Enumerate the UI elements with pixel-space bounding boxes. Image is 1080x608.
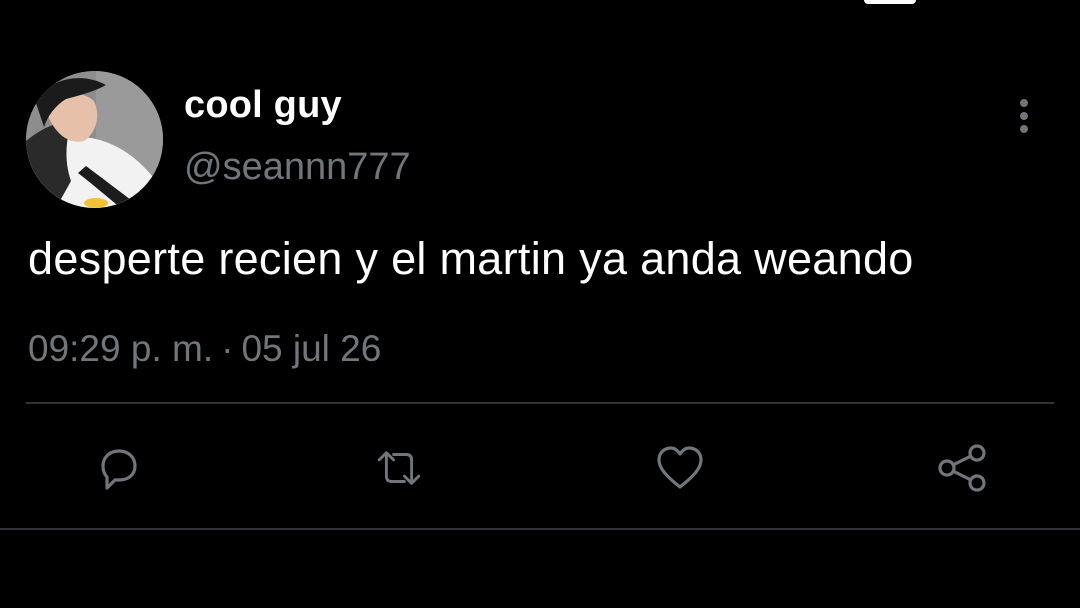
share-icon xyxy=(938,444,986,492)
retweet-button[interactable] xyxy=(372,441,426,495)
share-button[interactable] xyxy=(935,441,989,495)
tweet-date: 05 jul 26 xyxy=(241,328,382,369)
tweet-time: 09:29 p. m. xyxy=(28,328,214,369)
status-bar-indicator xyxy=(864,0,916,4)
divider xyxy=(0,528,1080,530)
tweet-timestamp: 09:29 p. m. · 05 jul 26 xyxy=(28,328,381,370)
reply-button[interactable] xyxy=(91,441,145,495)
author-handle[interactable]: @seannn777 xyxy=(184,146,411,189)
heart-icon xyxy=(657,446,703,489)
vertical-dots-icon xyxy=(1020,99,1028,133)
avatar-image xyxy=(26,71,163,208)
retweet-icon xyxy=(377,451,421,485)
meta-separator: · xyxy=(221,328,234,369)
author-display-name[interactable]: cool guy xyxy=(184,84,342,127)
tweet-text: desperte recien y el martin ya anda wean… xyxy=(28,233,914,284)
like-button[interactable] xyxy=(653,441,707,495)
comment-icon xyxy=(101,449,137,490)
avatar[interactable] xyxy=(26,71,163,208)
more-options-button[interactable] xyxy=(1004,96,1044,136)
divider xyxy=(26,402,1054,404)
